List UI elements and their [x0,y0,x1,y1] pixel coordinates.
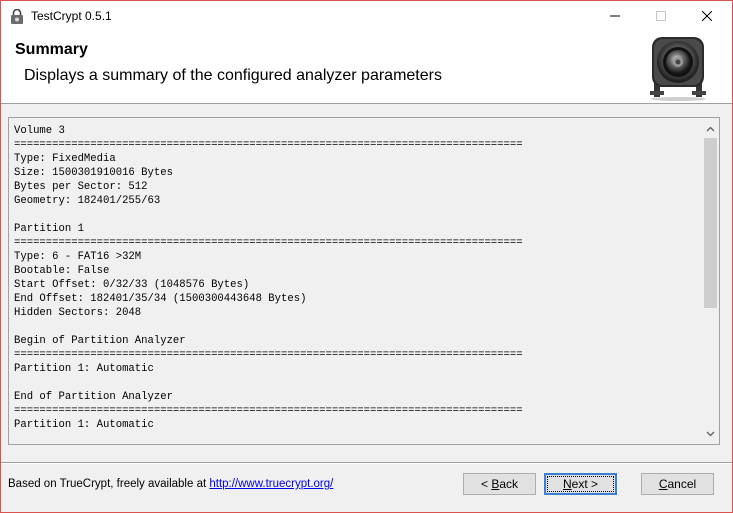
summary-line: Hidden Sectors: 2048 [14,307,142,319]
summary-line: ========================================… [14,139,523,151]
summary-line: ========================================… [14,405,523,417]
summary-line [14,376,704,390]
summary-line: ========================================… [14,237,523,249]
next-accel: N [562,477,572,491]
lock-app-icon [11,9,23,24]
cancel-button[interactable]: Cancel [641,473,714,495]
footer-divider-highlight [1,463,732,464]
next-button[interactable]: Next > [544,473,617,495]
wizard-header: Summary Displays a summary of the config… [1,31,732,103]
summary-line: Type: FixedMedia [14,153,116,165]
cancel-rest: ancel [667,477,697,491]
summary-line: Partition 1: Automatic [14,363,154,375]
summary-text-area[interactable]: Volume 3 ================================… [8,117,720,445]
summary-line: Bytes per Sector: 512 [14,181,148,193]
next-button-label: Next > [547,476,614,492]
footer-text: Based on TrueCrypt, freely available at [8,478,210,490]
summary-line: Partition 1: Automatic [14,419,154,431]
summary-line: Volume 3 [14,125,65,137]
summary-text: Volume 3 ================================… [14,124,704,442]
back-button-label: < Back [481,477,518,491]
summary-line: Type: 6 - FAT16 >32M [14,251,142,263]
page-subtitle: Displays a summary of the configured ana… [24,67,442,84]
page-title: Summary [15,41,88,58]
chevron-up-icon [706,126,715,131]
cancel-button-label: Cancel [659,477,696,491]
truecrypt-link[interactable]: http://www.truecrypt.org/ [209,478,333,490]
back-button[interactable]: < Back [463,473,536,495]
scroll-down-button[interactable] [702,425,719,442]
header-divider [1,103,732,104]
summary-line: Partition 1 [14,223,84,235]
minimize-icon [610,15,620,17]
summary-line: Size: 1500301910016 Bytes [14,167,173,179]
summary-line: End Offset: 182401/35/34 (1500300443648 … [14,293,307,305]
back-rest: ack [499,477,519,491]
maximize-icon [656,11,666,21]
summary-line: Bootable: False [14,265,110,277]
chevron-down-icon [706,431,715,436]
window-title: TestCrypt 0.5.1 [31,9,112,23]
summary-line: End of Partition Analyzer [14,391,173,403]
wizard-window: TestCrypt 0.5.1 Summary Displays a summa… [0,0,733,513]
back-prefix: < [480,477,492,491]
maximize-button[interactable] [638,1,684,31]
footer-attribution: Based on TrueCrypt, freely available at … [8,478,333,490]
next-rest: ext > [571,477,599,491]
title-bar[interactable]: TestCrypt 0.5.1 [1,1,732,31]
summary-line: ========================================… [14,349,523,361]
summary-line: Start Offset: 0/32/33 (1048576 Bytes) [14,279,250,291]
close-button[interactable] [684,1,730,31]
camera-lens-logo-icon [650,37,706,101]
scroll-up-button[interactable] [702,120,719,137]
summary-line [14,320,704,334]
minimize-button[interactable] [592,1,638,31]
close-icon [702,11,712,21]
summary-line: Geometry: 182401/255/63 [14,195,161,207]
summary-line: Begin of Partition Analyzer [14,335,186,347]
summary-line [14,208,704,222]
vertical-scrollbar[interactable] [702,118,719,444]
scroll-thumb[interactable] [704,138,717,308]
